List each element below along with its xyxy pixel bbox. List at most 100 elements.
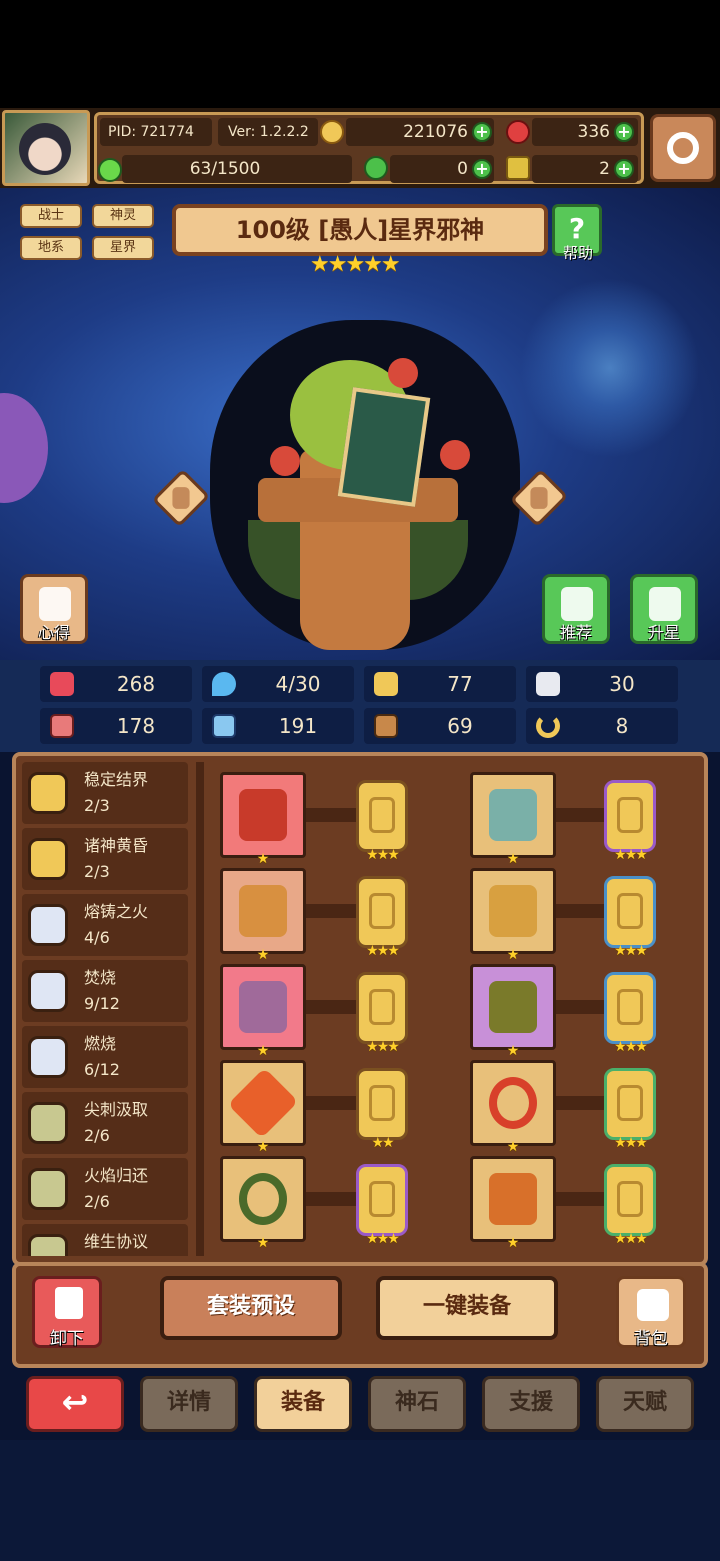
slot-connector (306, 808, 356, 822)
recommend-button[interactable]: 推荐 (542, 574, 610, 644)
equip-slot-crown[interactable]: ★ (470, 772, 556, 867)
player-avatar[interactable] (2, 110, 90, 186)
silver-medal-icon (28, 970, 68, 1012)
stat-hp-value: 268 (116, 672, 156, 696)
set-count: 2/6 (84, 1126, 110, 1145)
glove-icon (489, 981, 537, 1033)
slot-connector (556, 1096, 606, 1110)
rune-slot[interactable]: ★★★ (604, 1164, 656, 1247)
gold-plus-button[interactable]: + (472, 122, 492, 142)
rune-slot[interactable]: ★★★ (604, 780, 656, 863)
rune-slot[interactable]: ★★★ (356, 972, 408, 1055)
set-item[interactable]: 尖刺汲取 2/6 (22, 1092, 188, 1154)
tab-details[interactable]: 详情 (140, 1376, 238, 1432)
equip-all-button[interactable]: 一键装备 (376, 1276, 558, 1340)
key-plus-button[interactable]: + (614, 159, 634, 179)
rune-slot[interactable]: ★★★ (604, 972, 656, 1055)
set-preset-button[interactable]: 套装预设 (160, 1276, 342, 1340)
equip-slot-weapon[interactable]: ★ (220, 772, 306, 867)
clover-plus-button[interactable]: + (472, 159, 492, 179)
set-name: 稳定结界 (84, 770, 149, 789)
purple-planet (0, 393, 48, 503)
insight-button[interactable]: 心得 (20, 574, 88, 644)
tab-talent[interactable]: 天赋 (596, 1376, 694, 1432)
equip-slot-glove[interactable]: ★ (470, 964, 556, 1059)
ring-icon (489, 1077, 537, 1129)
clover-icon (364, 156, 388, 180)
ruby-plus-button[interactable]: + (614, 122, 634, 142)
question-icon: ? (568, 212, 586, 245)
rune-slot[interactable]: ★★★ (356, 1164, 408, 1247)
upgrade-star-button[interactable]: 升星 (630, 574, 698, 644)
upgrade-label: 升星 (647, 623, 680, 642)
energy-value: 63/1500 (189, 159, 261, 179)
set-item[interactable]: 熔铸之火 4/6 (22, 894, 188, 956)
tag-earth: 地系 (20, 236, 82, 260)
stat-armor: 69 (364, 708, 516, 744)
equip-slot-chest[interactable]: ★ (220, 868, 306, 963)
equip-slot-armor[interactable]: ★ (470, 868, 556, 963)
tab-support[interactable]: 支援 (482, 1376, 580, 1432)
back-button[interactable]: ↩ (26, 1376, 124, 1432)
character-card (337, 387, 431, 507)
rune-stars: ★★★ (614, 1135, 648, 1151)
slot-connector (556, 1192, 606, 1206)
set-name: 熔铸之火 (84, 902, 149, 921)
stat-attack: 178 (40, 708, 192, 744)
equip-slot-necklace[interactable]: ★ (220, 1156, 306, 1251)
slot-connector (306, 1192, 356, 1206)
set-item[interactable]: 稳定结界 2/3 (22, 762, 188, 824)
tag-deity: 神灵 (92, 204, 154, 228)
stat-attack-value: 178 (116, 714, 156, 738)
red-orb-left (270, 446, 300, 476)
rune-slot[interactable]: ★★★ (356, 876, 408, 959)
set-bonus-list[interactable]: 稳定结界 2/3 诸神黄昏 2/3 熔铸之火 4/6 焚烧 9/12 燃烧 6/12 尖刺… (22, 762, 190, 1256)
settings-button[interactable] (650, 114, 716, 182)
set-name: 焚烧 (84, 968, 117, 987)
action-bar (12, 1262, 708, 1368)
set-count: 2/3 (84, 862, 110, 881)
stat-luck-value: 8 (615, 714, 629, 738)
tab-equip[interactable]: 装备 (254, 1376, 352, 1432)
tab-godstone[interactable]: 神石 (368, 1376, 466, 1432)
equip-slot-ring[interactable]: ★ (470, 1060, 556, 1155)
top-black-bar (0, 0, 720, 108)
arrow-right-icon (530, 487, 548, 509)
gold-armor-icon (489, 885, 537, 937)
stat-mana: 4/30 (202, 666, 354, 702)
slot-connector (556, 904, 606, 918)
set-item[interactable]: 诸神黄昏 2/3 (22, 828, 188, 890)
fire-gem-icon (227, 1067, 299, 1139)
set-item[interactable]: 焚烧 9/12 (22, 960, 188, 1022)
mana-drop-icon (212, 672, 236, 696)
slot-stars: ★ (506, 851, 520, 867)
equip-slot-gem[interactable]: ★ (220, 1060, 306, 1155)
unload-button[interactable]: 卸下 (32, 1276, 102, 1349)
rune-slot[interactable]: ★★ (356, 1068, 408, 1151)
rune-stars: ★★★ (614, 1039, 648, 1055)
rune-slot[interactable]: ★★★ (604, 876, 656, 959)
help-label: 帮助 (562, 244, 593, 262)
slot-stars: ★ (256, 1235, 270, 1251)
set-name: 维生协议 (84, 1232, 149, 1251)
bag-button[interactable]: 背包 (616, 1276, 686, 1349)
set-item[interactable]: 维生协议 (22, 1224, 188, 1256)
rune-icon (617, 1181, 643, 1217)
equip-slot-amulet[interactable]: ★ (220, 964, 306, 1059)
equip-slot-boots[interactable]: ★ (470, 1156, 556, 1251)
rune-slot[interactable]: ★★★ (604, 1068, 656, 1151)
rune-slot[interactable]: ★★★ (356, 780, 408, 863)
stat-hp: 268 (40, 666, 192, 702)
stat-magic: 191 (202, 708, 354, 744)
rune-icon (369, 797, 395, 833)
ruby-icon (506, 120, 530, 144)
arrow-down-icon (55, 1287, 83, 1319)
set-item[interactable]: 火焰归还 2/6 (22, 1158, 188, 1220)
chestplate-icon (239, 885, 287, 937)
gold-coin-icon (320, 120, 344, 144)
set-count: 2/3 (84, 796, 110, 815)
slot-stars: ★ (256, 1139, 270, 1155)
avatar-face (19, 123, 71, 175)
set-item[interactable]: 燃烧 6/12 (22, 1026, 188, 1088)
stat-luck: 8 (526, 708, 678, 744)
